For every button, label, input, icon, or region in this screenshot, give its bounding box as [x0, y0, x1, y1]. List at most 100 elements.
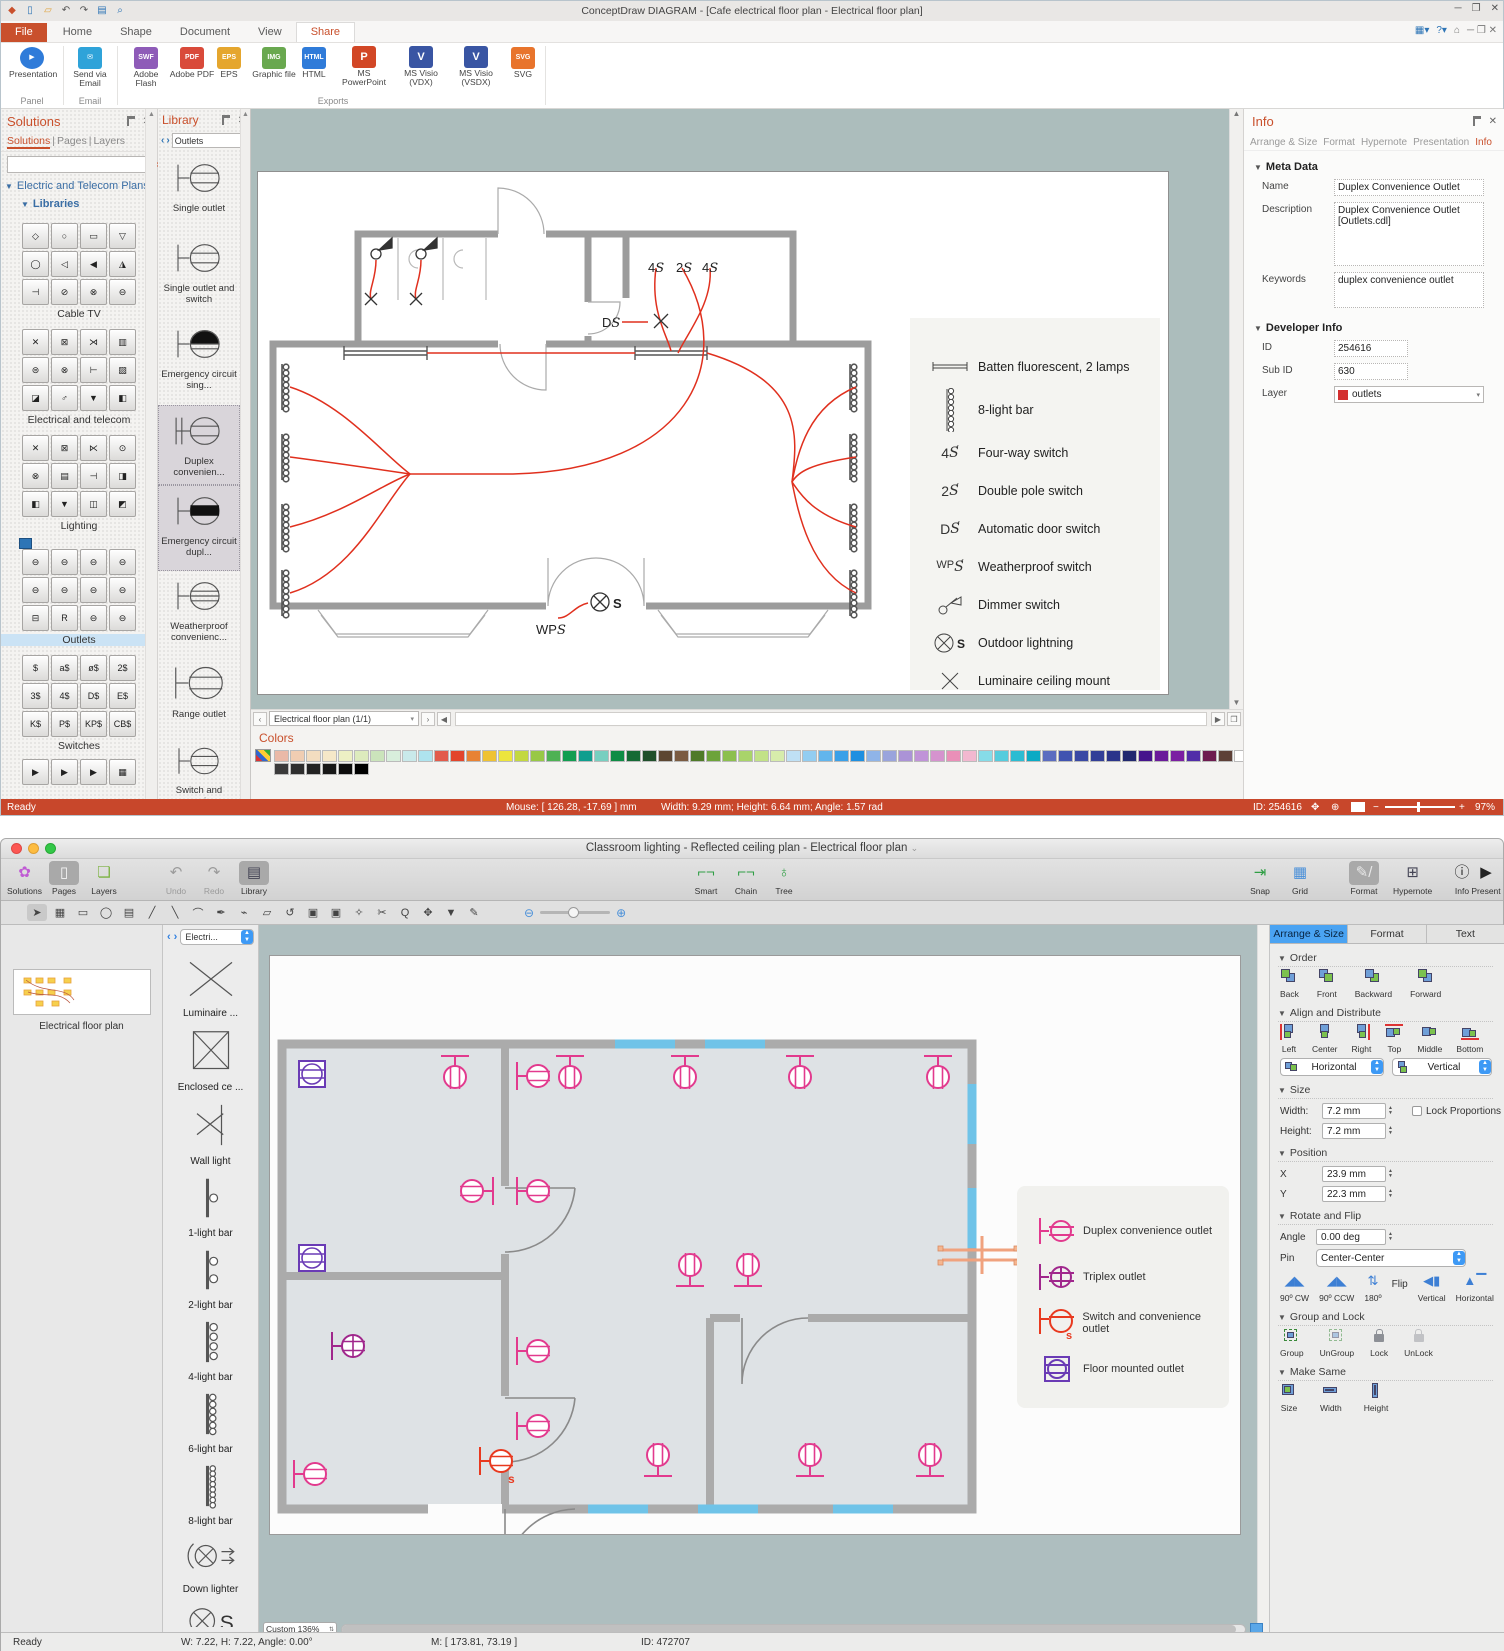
shape-thumbnail[interactable]: 4$ [51, 683, 78, 709]
shape-thumbnail[interactable]: ⊖ [51, 549, 78, 575]
shape-thumbnail[interactable]: 3$ [22, 683, 49, 709]
shape-thumbnail[interactable]: ⊖ [80, 549, 107, 575]
shape-thumbnail[interactable]: ⊣ [22, 279, 49, 305]
angle-field[interactable]: 0.00 deg [1316, 1229, 1386, 1245]
shape-thumbnail[interactable]: ▦ [50, 904, 70, 921]
color-swatch[interactable] [322, 763, 337, 775]
color-swatch[interactable] [274, 750, 289, 762]
toolbar-tree[interactable]: ♁Tree [769, 861, 799, 896]
color-swatch[interactable] [658, 750, 673, 762]
shape-thumbnail[interactable]: ♂ [51, 385, 78, 411]
color-swatch[interactable] [866, 750, 881, 762]
shape-thumbnail[interactable]: ○ [51, 223, 78, 249]
fit-page-icon[interactable] [1351, 802, 1365, 812]
info-tab-info[interactable]: Info [1475, 137, 1492, 148]
color-swatch[interactable] [450, 750, 465, 762]
same-size-button[interactable]: Size [1280, 1383, 1298, 1413]
color-swatch[interactable] [546, 750, 561, 762]
color-swatch[interactable] [1186, 750, 1201, 762]
shape-thumbnail[interactable]: ▽ [109, 223, 136, 249]
shape-thumbnail[interactable]: $ [22, 655, 49, 681]
shape-thumbnail[interactable]: ⌁ [234, 904, 254, 921]
shape-thumbnail[interactable]: ◨ [109, 463, 136, 489]
collapse-ribbon-icon[interactable]: ─ ❐ ✕ [1467, 25, 1497, 36]
rotate-flip-section[interactable]: ▼Rotate and Flip [1278, 1210, 1493, 1225]
shape-thumbnail[interactable]: ▼ [80, 385, 107, 411]
shape-thumbnail[interactable]: ▦ [109, 759, 136, 785]
adobe-pdf-button[interactable]: PDF Adobe PDF [169, 46, 215, 79]
send-via-email-button[interactable]: ✉ Send via Email [67, 46, 113, 89]
align-center-button[interactable]: Center [1312, 1024, 1338, 1054]
align-top-button[interactable]: Top [1385, 1024, 1403, 1054]
name-field[interactable]: Duplex Convenience Outlet [1334, 179, 1484, 196]
color-swatch[interactable] [642, 750, 657, 762]
stepper-icon[interactable]: ▲▼ [1388, 1186, 1398, 1202]
same-height-button[interactable]: Height [1364, 1383, 1389, 1413]
library-item-enclosed[interactable]: Enclosed ce ... [163, 1019, 258, 1093]
shape-thumbnail[interactable]: a$ [51, 655, 78, 681]
tab-text[interactable]: Text [1427, 925, 1504, 943]
ungroup-button[interactable]: UnGroup [1320, 1328, 1355, 1358]
shape-thumbnail[interactable]: ▥ [109, 329, 136, 355]
svg-button[interactable]: SVG SVG [505, 46, 541, 79]
color-swatch[interactable] [610, 750, 625, 762]
shape-thumbnail[interactable]: ◧ [22, 491, 49, 517]
pin-icon[interactable] [1473, 116, 1481, 126]
shape-thumbnail[interactable]: ⊣ [80, 463, 107, 489]
color-swatch[interactable] [290, 750, 305, 762]
shape-thumbnail[interactable]: ⊜ [22, 357, 49, 383]
position-section[interactable]: ▼Position [1278, 1147, 1493, 1162]
height-field[interactable]: 7.2 mm [1322, 1123, 1386, 1139]
color-swatch[interactable] [978, 750, 993, 762]
forward-icon[interactable]: › [166, 135, 169, 146]
toolbar-snap[interactable]: ⇥Snap [1245, 861, 1275, 896]
shape-thumbnail[interactable]: ◁ [51, 251, 78, 277]
shape-thumbnail[interactable]: ⊗ [22, 463, 49, 489]
zoom-slider-thumb[interactable] [568, 907, 579, 918]
color-swatch[interactable] [1122, 750, 1137, 762]
drawing-page[interactable]: 4S 2S 4S DS WPS S Batten fluorescent, 2 … [257, 171, 1169, 695]
toolbar-pages[interactable]: ▯Pages [49, 861, 79, 896]
color-swatch[interactable] [962, 750, 977, 762]
keywords-field[interactable]: duplex convenience outlet [1334, 272, 1484, 308]
back-icon[interactable]: ‹ [161, 135, 164, 146]
shape-thumbnail[interactable]: ⊖ [80, 577, 107, 603]
tab-document[interactable]: Document [166, 23, 244, 42]
color-swatch[interactable] [274, 763, 289, 775]
color-swatch[interactable] [386, 750, 401, 762]
pin-icon[interactable] [127, 116, 135, 126]
lock-proportions-checkbox[interactable] [1412, 1106, 1422, 1116]
color-swatch[interactable] [306, 763, 321, 775]
palette-icon[interactable] [255, 749, 271, 762]
minimize-button[interactable]: ─ [1455, 3, 1462, 14]
scroll-right-icon[interactable]: ▶ [1211, 712, 1225, 726]
page-thumbnail[interactable] [13, 969, 151, 1015]
shape-thumbnail[interactable]: P$ [51, 711, 78, 737]
library-item-partial[interactable]: S [163, 1595, 258, 1632]
shape-thumbnail[interactable]: ⊖ [22, 577, 49, 603]
align-left-button[interactable]: Left [1280, 1024, 1298, 1054]
color-swatch[interactable] [1074, 750, 1089, 762]
shape-thumbnail[interactable]: ◩ [109, 491, 136, 517]
drawing-page[interactable]: s Duplex convenience o [269, 955, 1241, 1535]
shape-thumbnail[interactable]: ◮ [109, 251, 136, 277]
order-section[interactable]: ▼Order [1278, 952, 1493, 967]
library-caption-lighting[interactable]: Lighting [1, 520, 157, 532]
shape-thumbnail[interactable]: R [51, 605, 78, 631]
color-swatch[interactable] [338, 750, 353, 762]
horizontal-scrollbar[interactable] [455, 712, 1207, 726]
library-item-4-light-bar[interactable]: 4-light bar [163, 1311, 258, 1383]
zoom-region-icon[interactable]: ⊕ [1331, 802, 1339, 813]
shape-thumbnail[interactable]: ⊖ [109, 577, 136, 603]
ms-visio-vsdx-button[interactable]: V MS Visio (VSDX) [449, 46, 503, 88]
info-tab-arrange[interactable]: Arrange & Size [1250, 137, 1317, 148]
shape-thumbnail[interactable]: ø$ [80, 655, 107, 681]
order-backward-button[interactable]: Backward [1355, 969, 1392, 999]
maximize-button[interactable]: ❐ [1472, 3, 1481, 14]
shape-thumbnail[interactable]: ⌒ [188, 904, 208, 921]
shape-thumbnail[interactable]: ↺ [280, 904, 300, 921]
tab-share[interactable]: Share [296, 22, 355, 42]
shape-thumbnail[interactable]: ▤ [51, 463, 78, 489]
color-swatch[interactable] [434, 750, 449, 762]
color-swatch[interactable] [322, 750, 337, 762]
